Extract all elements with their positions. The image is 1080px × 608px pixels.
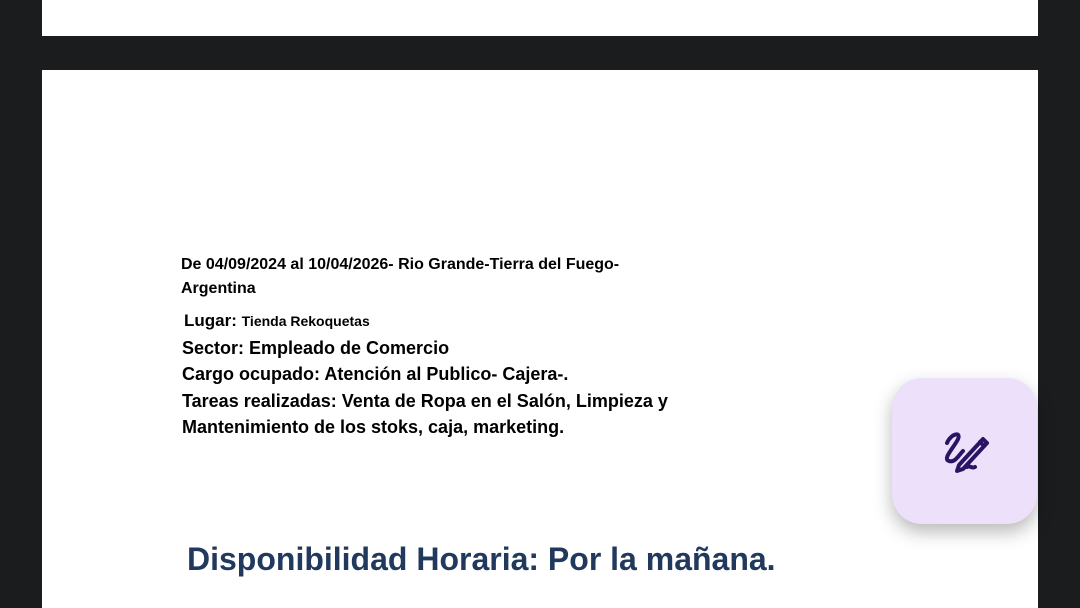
experience-position: Cargo ocupado: Atención al Publico- Caje…	[182, 364, 569, 384]
experience-tasks-line-2: Mantenimiento de los stoks, caja, market…	[182, 417, 565, 437]
experience-place: Lugar: Tienda Rekoquetas	[184, 311, 370, 331]
experience-sector: Sector: Empleado de Comercio	[182, 338, 450, 358]
document-viewer[interactable]: De 04/09/2024 al 10/04/2026- Rio Grande-…	[0, 0, 1080, 608]
experience-tasks-line-1: Tareas realizadas: Venta de Ropa en el S…	[182, 391, 668, 411]
place-label: Lugar:	[184, 311, 237, 330]
signature-pen-icon	[937, 421, 993, 482]
experience-country: Argentina	[181, 280, 256, 297]
place-value: Tienda Rekoquetas	[241, 313, 370, 329]
sign-document-button[interactable]	[892, 378, 1037, 524]
availability-heading: Disponibilidad Horaria: Por la mañana.	[187, 541, 776, 577]
experience-dates: De 04/09/2024 al 10/04/2026- Rio Grande-…	[181, 256, 620, 273]
previous-page	[42, 0, 1038, 36]
document-page: De 04/09/2024 al 10/04/2026- Rio Grande-…	[42, 70, 1038, 608]
